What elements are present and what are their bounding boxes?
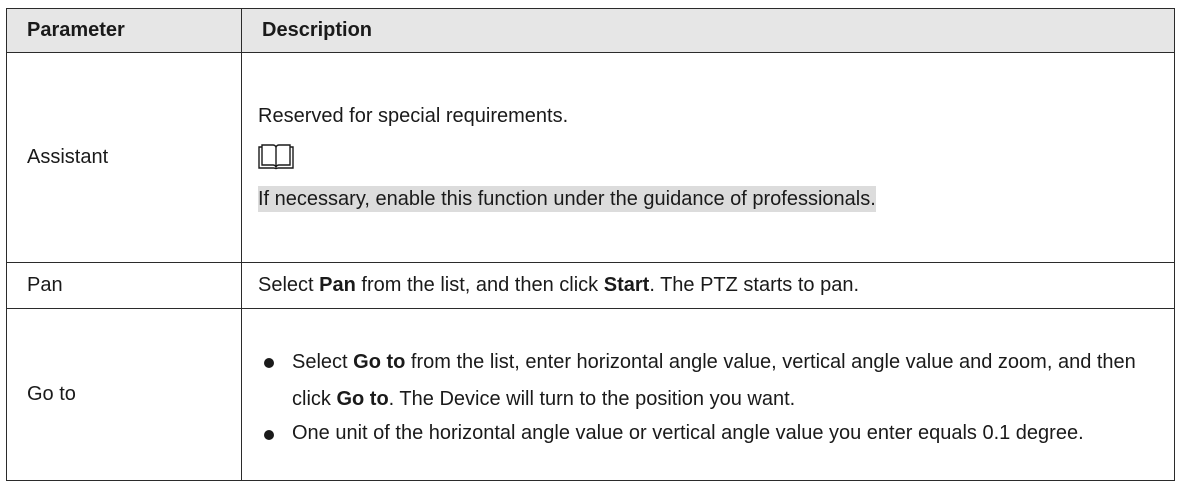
desc-assistant: Reserved for special requirements. If ne… [241, 52, 1175, 263]
pan-text-3: . The PTZ starts to pan. [649, 274, 860, 296]
param-assistant: Assistant [6, 52, 242, 263]
param-pan: Pan [6, 262, 242, 309]
goto-b1-bold-2: Go to [336, 388, 389, 410]
table-row-goto: Go to Select Go to from the list, enter … [6, 308, 1175, 481]
header-parameter: Parameter [6, 8, 242, 53]
header-description: Description [241, 8, 1175, 53]
table-row-assistant: Assistant Reserved for special requireme… [6, 52, 1175, 263]
goto-bullet-list: Select Go to from the list, enter horizo… [258, 344, 1158, 445]
list-item: One unit of the horizontal angle value o… [258, 418, 1158, 445]
table-row-pan: Pan Select Pan from the list, and then c… [6, 262, 1175, 309]
goto-b1-text-1: Select [292, 351, 354, 373]
pan-text-2: from the list, and then click [355, 274, 604, 296]
note-icon-container [258, 135, 1158, 181]
goto-b1-text-3: . The Device will turn to the position y… [388, 388, 796, 410]
assistant-description: Reserved for special requirements. [258, 104, 569, 127]
pan-bold-start: Start [603, 274, 650, 296]
table-header-row: Parameter Description [6, 8, 1175, 53]
desc-goto: Select Go to from the list, enter horizo… [241, 308, 1175, 481]
param-goto: Go to [6, 308, 242, 481]
book-icon [258, 143, 294, 169]
goto-b2-text: One unit of the horizontal angle value o… [292, 422, 1084, 444]
goto-b1-bold-1: Go to [353, 351, 406, 373]
note-text: If necessary, enable this function under… [258, 185, 876, 212]
pan-bold-pan: Pan [319, 274, 356, 296]
desc-pan: Select Pan from the list, and then click… [241, 262, 1175, 309]
bullet-icon [264, 430, 274, 440]
list-item: Select Go to from the list, enter horizo… [258, 344, 1158, 418]
bullet-icon [264, 358, 274, 368]
pan-text-1: Select [258, 274, 320, 296]
parameter-table: Parameter Description Assistant Reserved… [6, 8, 1175, 481]
